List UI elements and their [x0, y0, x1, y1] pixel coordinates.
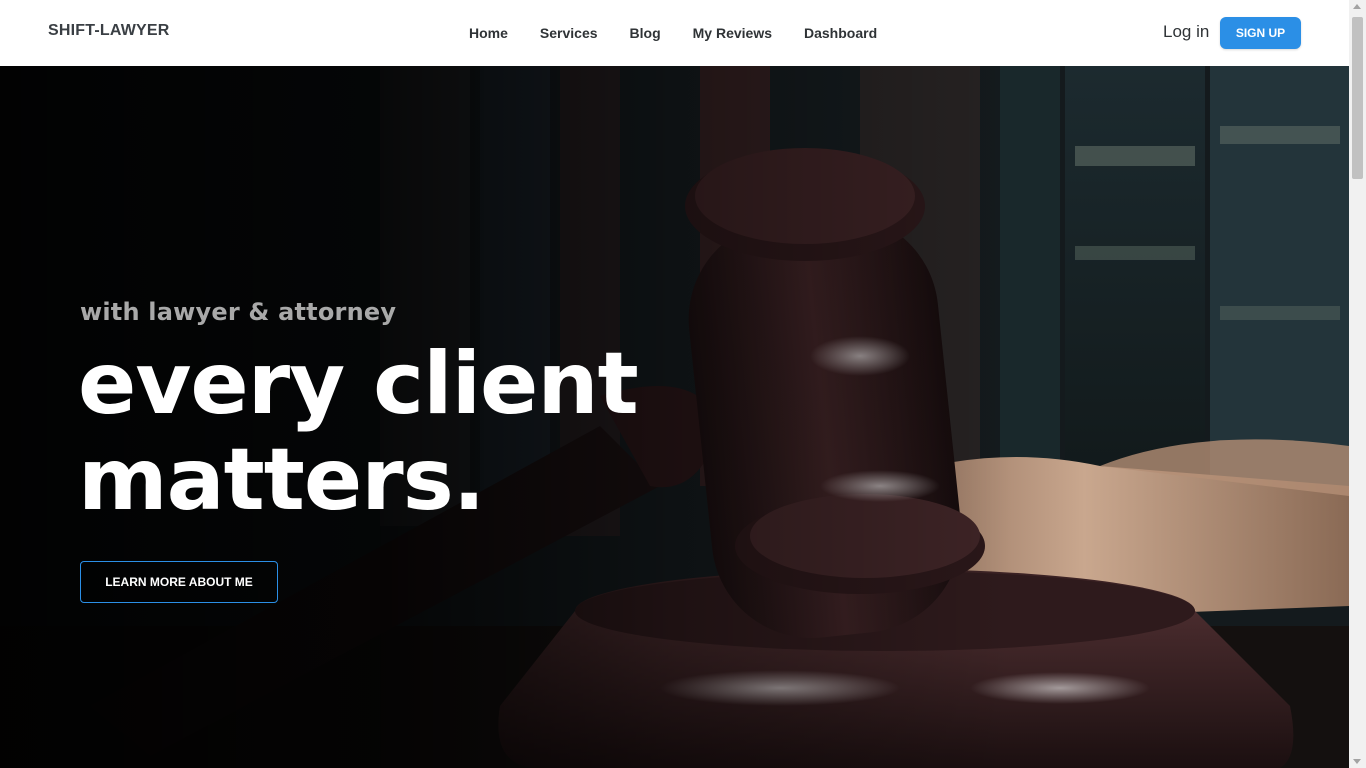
scroll-thumb[interactable] [1352, 17, 1363, 179]
brand-logo[interactable]: SHIFT-LAWYER [48, 22, 170, 40]
signup-button[interactable]: SIGN UP [1220, 17, 1301, 49]
main-nav: Home Services Blog My Reviews Dashboard [453, 22, 893, 44]
hero-subtitle: with lawyer & attorney [80, 298, 397, 326]
nav-services-link[interactable]: Services [524, 22, 614, 44]
hero-section: with lawyer & attorney every client matt… [0, 66, 1349, 768]
hero-title: every client matters. [78, 334, 639, 530]
login-link[interactable]: Log in [1163, 21, 1209, 43]
scroll-up-arrow-icon[interactable] [1353, 4, 1361, 9]
scroll-down-arrow-icon[interactable] [1353, 759, 1361, 764]
page: SHIFT-LAWYER Home Services Blog My Revie… [0, 0, 1366, 768]
learn-more-button[interactable]: LEARN MORE ABOUT ME [80, 561, 278, 603]
nav-dashboard-link[interactable]: Dashboard [788, 22, 893, 44]
nav-home-link[interactable]: Home [453, 22, 524, 44]
nav-blog-link[interactable]: Blog [614, 22, 677, 44]
top-navbar: SHIFT-LAWYER Home Services Blog My Revie… [0, 0, 1349, 66]
nav-my-reviews-link[interactable]: My Reviews [677, 22, 788, 44]
page-scrollbar[interactable] [1349, 0, 1366, 768]
